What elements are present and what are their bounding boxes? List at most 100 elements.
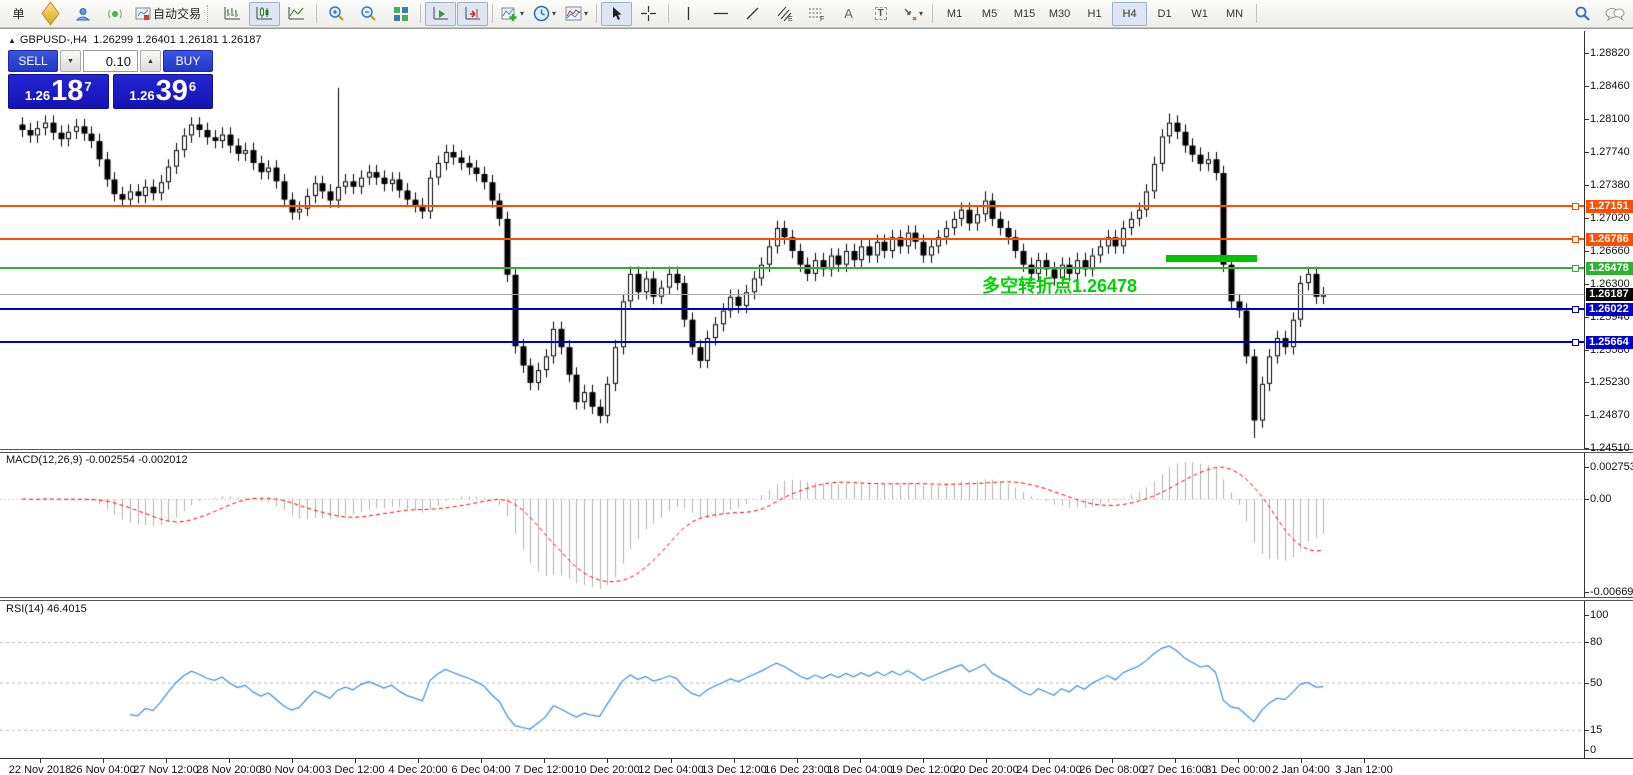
auto-scroll-button[interactable] xyxy=(425,2,456,26)
price-axis-tick xyxy=(1584,382,1589,383)
horizontal-line-handle[interactable] xyxy=(1572,265,1579,272)
rsi-indicator-label: RSI(14) 46.4015 xyxy=(6,603,87,615)
macd-axis-tick xyxy=(1584,467,1589,468)
volume-input[interactable] xyxy=(83,50,138,72)
time-axis-label: 30 Nov 04:00 xyxy=(259,764,324,775)
cursor-button[interactable] xyxy=(601,2,632,26)
line-chart-button[interactable] xyxy=(281,2,312,26)
macd-axis-label: 0.002753 xyxy=(1590,461,1633,473)
autotrade-button[interactable]: 自动交易 xyxy=(131,2,205,26)
chat-bubbles-icon xyxy=(1605,6,1625,22)
time-axis-tick xyxy=(40,759,41,763)
volume-decrease-button[interactable]: ▼ xyxy=(60,50,81,72)
sell-price-box[interactable]: 1.26 18 7 xyxy=(8,74,109,109)
timeframe-M30[interactable]: M30 xyxy=(1042,2,1077,26)
macd-rsi-splitter[interactable] xyxy=(0,597,1633,601)
text-button[interactable]: A xyxy=(833,2,864,26)
buy-button[interactable]: BUY xyxy=(163,50,213,72)
news-button[interactable] xyxy=(99,2,130,26)
time-axis-label: 13 Dec 12:00 xyxy=(701,764,766,775)
timeframe-H1[interactable]: H1 xyxy=(1077,2,1112,26)
zoom-out-button[interactable] xyxy=(353,2,384,26)
sell-price-prefix: 1.26 xyxy=(25,88,50,103)
current-price-badge: 1.26187 xyxy=(1586,288,1633,301)
time-axis-label: 27 Dec 16:00 xyxy=(1142,764,1207,775)
one-click-trading-panel: SELL ▼ ▲ BUY 1.26 18 7 1.26 39 6 xyxy=(8,50,213,109)
price-macd-splitter[interactable] xyxy=(0,449,1633,453)
time-axis-tick xyxy=(923,759,924,763)
text-label-button[interactable]: T xyxy=(865,2,896,26)
templates-button[interactable]: ▾ xyxy=(561,2,592,26)
toolbar-grip[interactable] xyxy=(207,5,213,23)
arrows-dropdown-caret: ▾ xyxy=(919,10,923,18)
indicators-button[interactable]: ▾ xyxy=(497,2,528,26)
timeframe-MN[interactable]: MN xyxy=(1217,2,1252,26)
buy-price-box[interactable]: 1.26 39 6 xyxy=(113,74,214,109)
equidistant-channel-button[interactable]: E xyxy=(769,2,800,26)
chart-shift-button[interactable] xyxy=(457,2,488,26)
search-button[interactable] xyxy=(1567,2,1598,26)
periods-button[interactable]: ▾ xyxy=(529,2,560,26)
sell-price-pip: 7 xyxy=(84,79,91,94)
price-badge-1.27151: 1.27151 xyxy=(1586,200,1633,213)
tile-windows-button[interactable] xyxy=(385,2,416,26)
time-axis-label: 19 Dec 12:00 xyxy=(890,764,955,775)
price-axis-label: 1.28100 xyxy=(1590,113,1630,125)
sell-button[interactable]: SELL xyxy=(8,50,58,72)
timeframe-M5[interactable]: M5 xyxy=(972,2,1007,26)
candlestick-chart-button[interactable] xyxy=(249,2,280,26)
macd-pane-canvas[interactable] xyxy=(0,453,1584,598)
horizontal-line-handle[interactable] xyxy=(1572,203,1579,210)
trendline-button[interactable] xyxy=(737,2,768,26)
indicators-dropdown-caret: ▾ xyxy=(520,10,524,18)
timeframe-H4[interactable]: H4 xyxy=(1112,2,1147,26)
horizontal-line-1.25664[interactable] xyxy=(0,341,1584,343)
chat-button[interactable] xyxy=(1599,2,1630,26)
horizontal-line-button[interactable] xyxy=(705,2,736,26)
gold-badge-icon xyxy=(41,1,59,25)
horizontal-line-1.26786[interactable] xyxy=(0,238,1584,240)
bar-chart-button[interactable] xyxy=(217,2,248,26)
symbol-period-label: GBPUSD-,H4 xyxy=(20,34,87,46)
crosshair-icon xyxy=(641,6,656,21)
horizontal-line-1.27151[interactable] xyxy=(0,205,1584,207)
price-axis-label: 1.24510 xyxy=(1590,442,1630,454)
fibonacci-button[interactable]: F xyxy=(801,2,832,26)
timeframe-D1[interactable]: D1 xyxy=(1147,2,1182,26)
time-axis-tick xyxy=(734,759,735,763)
horizontal-line-1.26022[interactable] xyxy=(0,308,1584,310)
arrows-button[interactable]: ▾ xyxy=(897,2,928,26)
pivot-annotation-text[interactable]: 多空转折点1.26478 xyxy=(982,272,1137,298)
zoom-in-button[interactable] xyxy=(321,2,352,26)
horizontal-line-handle[interactable] xyxy=(1572,339,1579,346)
macd-indicator-label: MACD(12,26,9) -0.002554 -0.002012 xyxy=(6,454,188,466)
rsi-pane-canvas[interactable] xyxy=(0,601,1584,758)
timeframe-W1[interactable]: W1 xyxy=(1182,2,1217,26)
timeframe-M15[interactable]: M15 xyxy=(1007,2,1042,26)
collapse-triangle-icon[interactable]: ▲ xyxy=(8,36,16,45)
buy-price-big: 39 xyxy=(156,77,188,106)
new-order-button[interactable]: 单 xyxy=(3,2,34,26)
search-icon xyxy=(1574,5,1591,22)
vertical-line-button[interactable] xyxy=(673,2,704,26)
volume-increase-button[interactable]: ▲ xyxy=(140,50,161,72)
signals-button[interactable] xyxy=(67,2,98,26)
timeframe-M1[interactable]: M1 xyxy=(937,2,972,26)
horizontal-line-handle[interactable] xyxy=(1572,236,1579,243)
time-axis-label: 27 Nov 12:00 xyxy=(133,764,198,775)
horizontal-line-1.26478[interactable] xyxy=(0,267,1584,269)
profile-icon xyxy=(75,6,91,22)
horizontal-line-handle[interactable] xyxy=(1572,306,1579,313)
line-chart-icon xyxy=(288,6,305,21)
price-chart-canvas[interactable] xyxy=(0,31,1584,450)
crosshair-button[interactable] xyxy=(633,2,664,26)
thick-trend-segment[interactable] xyxy=(1166,255,1257,262)
time-axis-tick xyxy=(1364,759,1365,763)
price-axis-label: 1.27020 xyxy=(1590,212,1630,224)
market-button[interactable] xyxy=(35,2,66,26)
macd-axis-label: -0.006699 xyxy=(1590,586,1633,598)
text-icon: A xyxy=(844,6,853,21)
buy-price-prefix: 1.26 xyxy=(129,88,154,103)
time-axis-tick xyxy=(607,759,608,763)
cursor-icon xyxy=(610,6,623,21)
